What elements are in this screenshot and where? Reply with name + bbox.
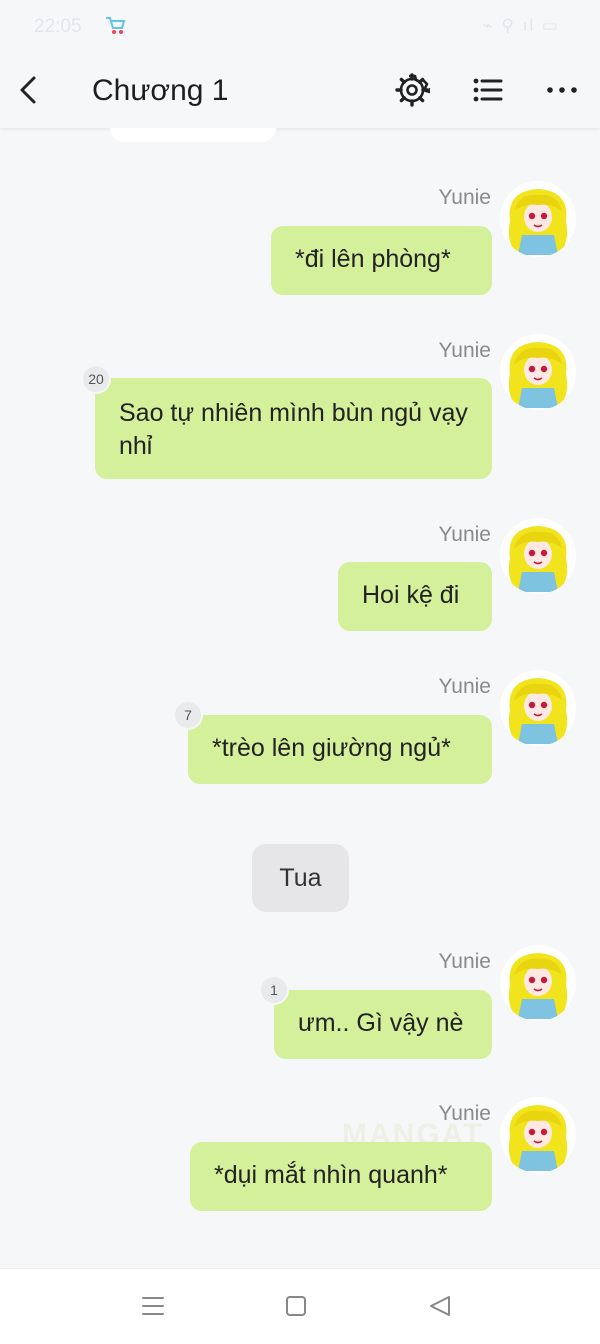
- avatar[interactable]: [500, 1097, 576, 1173]
- message-text: Sao tự nhiên mình bùn ngủ vạy nhỉ: [119, 399, 468, 460]
- sender-name: Yunie: [438, 186, 491, 209]
- avatar[interactable]: [500, 181, 576, 257]
- message-bubble[interactable]: Sao tự nhiên mình bùn ngủ vạy nhỉ: [95, 378, 492, 479]
- avatar[interactable]: [500, 518, 576, 594]
- triangle-back-icon[interactable]: [425, 1291, 455, 1321]
- message-text: *dụi mắt nhìn quanh*: [214, 1161, 448, 1189]
- top-app-bar: Chương 1: [0, 52, 600, 128]
- message-text: Hoi kệ đi: [362, 581, 460, 609]
- sender-name: Yunie: [438, 950, 491, 973]
- avatar-image: [508, 678, 568, 744]
- avatar[interactable]: [500, 945, 576, 1021]
- avatar-image: [508, 526, 568, 592]
- more-dots-icon[interactable]: [544, 72, 580, 108]
- narration-bubble[interactable]: Tua: [252, 844, 349, 912]
- message-bubble[interactable]: ưm.. Gì vậy nè: [274, 990, 492, 1059]
- avatar-image: [508, 342, 568, 408]
- comment-count-badge[interactable]: 7: [175, 702, 201, 728]
- avatar[interactable]: [500, 670, 576, 746]
- comment-count-badge[interactable]: 1: [261, 977, 287, 1003]
- avatar-image: [508, 953, 568, 1019]
- status-bar: 22:05 ⌁ ⚲ ıl ▭: [0, 0, 600, 52]
- comment-count-badge[interactable]: 20: [83, 366, 109, 392]
- chevron-left-icon[interactable]: [14, 74, 46, 106]
- sender-name: Yunie: [438, 675, 491, 698]
- gear-icon[interactable]: [394, 72, 430, 108]
- avatar-image: [508, 189, 568, 255]
- sender-name: Yunie: [438, 1102, 491, 1125]
- page-title: Chương 1: [92, 74, 229, 107]
- previous-bubble-edge: [110, 128, 276, 142]
- sender-name: Yunie: [438, 339, 491, 362]
- message-text: *đi lên phòng*: [295, 245, 451, 273]
- narration-text: Tua: [279, 864, 322, 892]
- message-text: ưm.. Gì vậy nè: [298, 1009, 464, 1037]
- menu-icon[interactable]: [138, 1291, 168, 1321]
- avatar-image: [508, 1105, 568, 1171]
- list-icon[interactable]: [470, 72, 506, 108]
- shopping-cart-icon: [106, 17, 126, 34]
- message-bubble[interactable]: *trèo lên giường ngủ*: [188, 715, 492, 784]
- status-time: 22:05: [34, 16, 82, 37]
- message-bubble[interactable]: *đi lên phòng*: [271, 226, 492, 295]
- message-bubble[interactable]: *dụi mắt nhìn quanh*: [190, 1142, 492, 1211]
- system-navigation-bar: [0, 1268, 600, 1344]
- message-text: *trèo lên giường ngủ*: [212, 734, 451, 762]
- status-indicators: ⌁ ⚲ ıl ▭: [482, 16, 560, 35]
- message-bubble[interactable]: Hoi kệ đi: [338, 562, 492, 631]
- sender-name: Yunie: [438, 523, 491, 546]
- avatar[interactable]: [500, 334, 576, 410]
- square-icon[interactable]: [281, 1291, 311, 1321]
